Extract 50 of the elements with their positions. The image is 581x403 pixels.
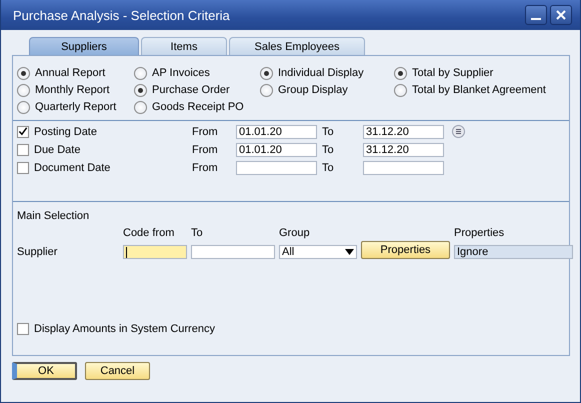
minimize-icon <box>531 18 541 20</box>
to-label: To <box>321 144 335 156</box>
radio-option[interactable]: Monthly Report <box>17 83 134 97</box>
dialog-button[interactable]: Cancel <box>85 362 150 380</box>
checkmark-icon <box>18 126 28 137</box>
properties-button[interactable]: Properties <box>361 241 450 259</box>
radio-option[interactable]: Goods Receipt PO <box>134 100 260 114</box>
date-field[interactable]: 31.12.20 <box>363 142 444 156</box>
to-label: To <box>321 126 335 138</box>
list-icon[interactable] <box>452 125 465 138</box>
checkbox-option[interactable]: Posting Date <box>17 126 192 138</box>
row-label: Supplier <box>17 246 58 259</box>
date-field[interactable]: 01.01.20 <box>236 142 317 156</box>
checkbox-option[interactable]: Display Amounts in System Currency <box>17 323 569 335</box>
date-field[interactable] <box>236 160 317 174</box>
radio-option[interactable]: AP Invoices <box>134 66 260 80</box>
from-label: From <box>192 126 219 138</box>
column-header: To <box>191 227 204 239</box>
column-header: Properties <box>454 227 506 239</box>
radio-option[interactable]: Total by Blanket Agreement <box>394 83 554 97</box>
close-icon <box>555 9 567 21</box>
to-label: To <box>321 162 335 174</box>
dialog-button[interactable]: OK <box>12 362 77 380</box>
code-to-field[interactable] <box>191 245 275 259</box>
code-from-field[interactable] <box>123 245 187 259</box>
date-field[interactable] <box>363 160 444 174</box>
dropdown-arrow-icon <box>345 249 354 255</box>
column-header: Group <box>279 227 311 239</box>
section-title: Main Selection <box>17 210 90 222</box>
minimize-button[interactable] <box>525 5 547 25</box>
date-field[interactable]: 01.01.20 <box>236 124 317 138</box>
radio-option[interactable]: Quarterly Report <box>17 100 134 114</box>
properties-field: Ignore <box>454 245 573 259</box>
from-label: From <box>192 162 219 174</box>
checkbox-option[interactable]: Due Date <box>17 144 192 156</box>
close-button[interactable] <box>550 5 572 25</box>
column-header: Code from <box>123 227 176 239</box>
radio-option[interactable]: Individual Display <box>260 66 394 80</box>
group-dropdown[interactable]: All <box>279 245 357 259</box>
date-field[interactable]: 31.12.20 <box>363 124 444 138</box>
tab[interactable]: Sales Employees <box>229 37 365 55</box>
tab[interactable]: Items <box>141 37 227 55</box>
radio-option[interactable]: Total by Supplier <box>394 66 554 80</box>
radio-option[interactable]: Group Display <box>260 83 394 97</box>
tab[interactable]: Suppliers <box>29 37 139 55</box>
radio-option[interactable]: Purchase Order <box>134 83 260 97</box>
from-label: From <box>192 144 219 156</box>
radio-option[interactable]: Annual Report <box>17 66 134 80</box>
checkbox-option[interactable]: Document Date <box>17 162 192 174</box>
window-title: Purchase Analysis - Selection Criteria <box>13 8 231 22</box>
